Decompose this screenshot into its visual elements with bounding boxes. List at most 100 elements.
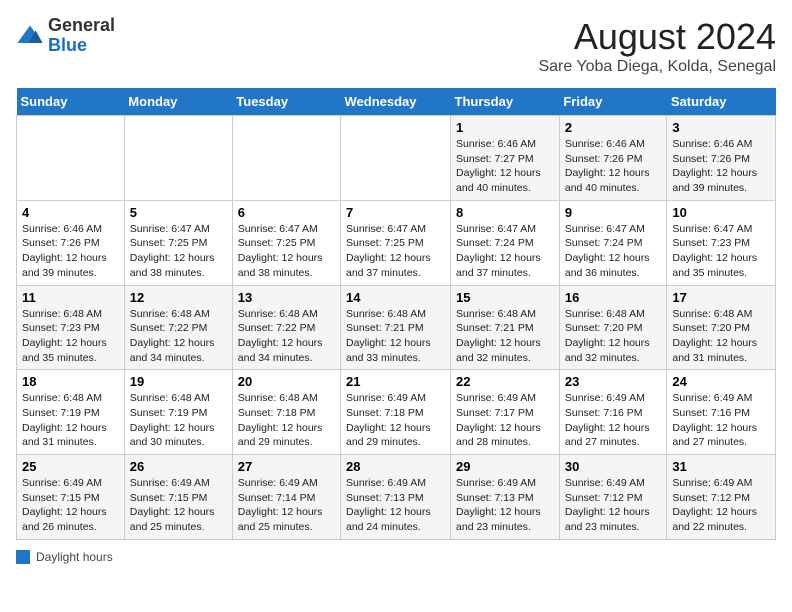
day-cell: 14Sunrise: 6:48 AM Sunset: 7:21 PM Dayli… xyxy=(341,285,451,370)
day-cell: 2 Sunrise: 6:46 AM Sunset: 7:26 PM Daylig… xyxy=(559,116,667,201)
day-info: Sunrise: 6:49 AM Sunset: 7:14 PM Dayligh… xyxy=(238,476,335,535)
col-header-friday: Friday xyxy=(559,88,667,116)
day-cell: 21 Sunrise: 6:49 AM Sunset: 7:18 PM Dayli… xyxy=(341,370,451,455)
logo: General Blue xyxy=(16,16,115,56)
day-cell: 26 Sunrise: 6:49 AM Sunset: 7:15 PM Dayli… xyxy=(124,455,232,540)
day-info: Sunrise: 6:49 AM Sunset: 7:18 PM Dayligh… xyxy=(346,391,445,450)
day-cell: 8 Sunrise: 6:47 AM Sunset: 7:24 PM Daylig… xyxy=(451,200,560,285)
day-number: 25 xyxy=(22,459,119,474)
day-cell: 11 Sunrise: 6:48 AM Sunset: 7:23 PM Dayli… xyxy=(17,285,125,370)
day-cell: 18 Sunrise: 6:48 AM Sunset: 7:19 PM Dayli… xyxy=(17,370,125,455)
day-number: 16 xyxy=(565,290,662,305)
day-cell: 12 Sunrise: 6:48 AM Sunset: 7:22 PM Dayli… xyxy=(124,285,232,370)
day-info: Sunrise: 6:48 AM Sunset: 7:19 PM Dayligh… xyxy=(22,391,119,450)
day-number: 20 xyxy=(238,374,335,389)
day-info: Sunrise: 6:49 AM Sunset: 7:15 PM Dayligh… xyxy=(130,476,227,535)
logo-text: General Blue xyxy=(48,16,115,56)
day-cell: 9Sunrise: 6:47 AM Sunset: 7:24 PM Daylig… xyxy=(559,200,667,285)
day-cell: 16 Sunrise: 6:48 AM Sunset: 7:20 PM Dayli… xyxy=(559,285,667,370)
legend-label: Daylight hours xyxy=(36,550,113,564)
day-cell: 1 Sunrise: 6:46 AM Sunset: 7:27 PM Daylig… xyxy=(451,116,560,201)
col-header-saturday: Saturday xyxy=(667,88,776,116)
day-cell: 31 Sunrise: 6:49 AM Sunset: 7:12 PM Dayli… xyxy=(667,455,776,540)
header-row: SundayMondayTuesdayWednesdayThursdayFrid… xyxy=(17,88,776,116)
day-number: 4 xyxy=(22,205,119,220)
day-info: Sunrise: 6:49 AM Sunset: 7:13 PM Dayligh… xyxy=(346,476,445,535)
day-number: 28 xyxy=(346,459,445,474)
day-cell: 28 Sunrise: 6:49 AM Sunset: 7:13 PM Dayli… xyxy=(341,455,451,540)
day-cell: 27 Sunrise: 6:49 AM Sunset: 7:14 PM Dayli… xyxy=(232,455,340,540)
day-cell: 22 Sunrise: 6:49 AM Sunset: 7:17 PM Dayli… xyxy=(451,370,560,455)
day-number: 18 xyxy=(22,374,119,389)
day-cell: 13 Sunrise: 6:48 AM Sunset: 7:22 PM Dayli… xyxy=(232,285,340,370)
day-info: Sunrise: 6:49 AM Sunset: 7:17 PM Dayligh… xyxy=(456,391,554,450)
day-info: Sunrise: 6:47 AM Sunset: 7:24 PM Dayligh… xyxy=(456,222,554,281)
day-info: Sunrise: 6:48 AM Sunset: 7:23 PM Dayligh… xyxy=(22,307,119,366)
day-info: Sunrise: 6:48 AM Sunset: 7:19 PM Dayligh… xyxy=(130,391,227,450)
day-cell xyxy=(232,116,340,201)
day-number: 30 xyxy=(565,459,662,474)
day-info: Sunrise: 6:48 AM Sunset: 7:22 PM Dayligh… xyxy=(238,307,335,366)
day-cell xyxy=(124,116,232,201)
day-cell: 19Sunrise: 6:48 AM Sunset: 7:19 PM Dayli… xyxy=(124,370,232,455)
day-info: Sunrise: 6:46 AM Sunset: 7:27 PM Dayligh… xyxy=(456,137,554,196)
day-number: 13 xyxy=(238,290,335,305)
week-row-2: 4 Sunrise: 6:46 AM Sunset: 7:26 PM Daylig… xyxy=(17,200,776,285)
day-cell: 29 Sunrise: 6:49 AM Sunset: 7:13 PM Dayli… xyxy=(451,455,560,540)
legend: Daylight hours xyxy=(16,550,776,564)
week-row-3: 11 Sunrise: 6:48 AM Sunset: 7:23 PM Dayli… xyxy=(17,285,776,370)
col-header-tuesday: Tuesday xyxy=(232,88,340,116)
day-number: 14 xyxy=(346,290,445,305)
day-number: 27 xyxy=(238,459,335,474)
day-info: Sunrise: 6:49 AM Sunset: 7:15 PM Dayligh… xyxy=(22,476,119,535)
col-header-thursday: Thursday xyxy=(451,88,560,116)
day-cell: 17 Sunrise: 6:48 AM Sunset: 7:20 PM Dayli… xyxy=(667,285,776,370)
title-block: August 2024 Sare Yoba Diega, Kolda, Sene… xyxy=(538,16,776,76)
day-number: 12 xyxy=(130,290,227,305)
day-cell: 25 Sunrise: 6:49 AM Sunset: 7:15 PM Dayli… xyxy=(17,455,125,540)
day-number: 2 xyxy=(565,120,662,135)
day-number: 15 xyxy=(456,290,554,305)
day-info: Sunrise: 6:48 AM Sunset: 7:18 PM Dayligh… xyxy=(238,391,335,450)
col-header-wednesday: Wednesday xyxy=(341,88,451,116)
day-info: Sunrise: 6:47 AM Sunset: 7:25 PM Dayligh… xyxy=(238,222,335,281)
week-row-4: 18 Sunrise: 6:48 AM Sunset: 7:19 PM Dayli… xyxy=(17,370,776,455)
legend-box-icon xyxy=(16,550,30,564)
day-number: 8 xyxy=(456,205,554,220)
day-info: Sunrise: 6:48 AM Sunset: 7:22 PM Dayligh… xyxy=(130,307,227,366)
col-header-monday: Monday xyxy=(124,88,232,116)
week-row-1: 1 Sunrise: 6:46 AM Sunset: 7:27 PM Daylig… xyxy=(17,116,776,201)
main-title: August 2024 xyxy=(538,16,776,58)
day-cell: 7Sunrise: 6:47 AM Sunset: 7:25 PM Daylig… xyxy=(341,200,451,285)
day-info: Sunrise: 6:46 AM Sunset: 7:26 PM Dayligh… xyxy=(22,222,119,281)
day-info: Sunrise: 6:49 AM Sunset: 7:16 PM Dayligh… xyxy=(565,391,662,450)
day-number: 22 xyxy=(456,374,554,389)
day-info: Sunrise: 6:48 AM Sunset: 7:21 PM Dayligh… xyxy=(456,307,554,366)
day-cell: 5Sunrise: 6:47 AM Sunset: 7:25 PM Daylig… xyxy=(124,200,232,285)
calendar-table: SundayMondayTuesdayWednesdayThursdayFrid… xyxy=(16,88,776,540)
day-number: 7 xyxy=(346,205,445,220)
day-number: 21 xyxy=(346,374,445,389)
day-number: 17 xyxy=(672,290,770,305)
day-cell xyxy=(17,116,125,201)
page-header: General Blue August 2024 Sare Yoba Diega… xyxy=(16,16,776,76)
day-info: Sunrise: 6:49 AM Sunset: 7:12 PM Dayligh… xyxy=(672,476,770,535)
day-info: Sunrise: 6:47 AM Sunset: 7:24 PM Dayligh… xyxy=(565,222,662,281)
day-info: Sunrise: 6:48 AM Sunset: 7:20 PM Dayligh… xyxy=(672,307,770,366)
day-number: 11 xyxy=(22,290,119,305)
day-number: 29 xyxy=(456,459,554,474)
day-cell: 23Sunrise: 6:49 AM Sunset: 7:16 PM Dayli… xyxy=(559,370,667,455)
day-number: 5 xyxy=(130,205,227,220)
day-number: 6 xyxy=(238,205,335,220)
day-cell: 24Sunrise: 6:49 AM Sunset: 7:16 PM Dayli… xyxy=(667,370,776,455)
day-info: Sunrise: 6:47 AM Sunset: 7:23 PM Dayligh… xyxy=(672,222,770,281)
day-info: Sunrise: 6:49 AM Sunset: 7:12 PM Dayligh… xyxy=(565,476,662,535)
day-number: 26 xyxy=(130,459,227,474)
day-info: Sunrise: 6:48 AM Sunset: 7:20 PM Dayligh… xyxy=(565,307,662,366)
day-number: 31 xyxy=(672,459,770,474)
day-cell: 20 Sunrise: 6:48 AM Sunset: 7:18 PM Dayli… xyxy=(232,370,340,455)
day-info: Sunrise: 6:49 AM Sunset: 7:13 PM Dayligh… xyxy=(456,476,554,535)
day-cell: 6 Sunrise: 6:47 AM Sunset: 7:25 PM Daylig… xyxy=(232,200,340,285)
day-info: Sunrise: 6:46 AM Sunset: 7:26 PM Dayligh… xyxy=(565,137,662,196)
day-number: 1 xyxy=(456,120,554,135)
